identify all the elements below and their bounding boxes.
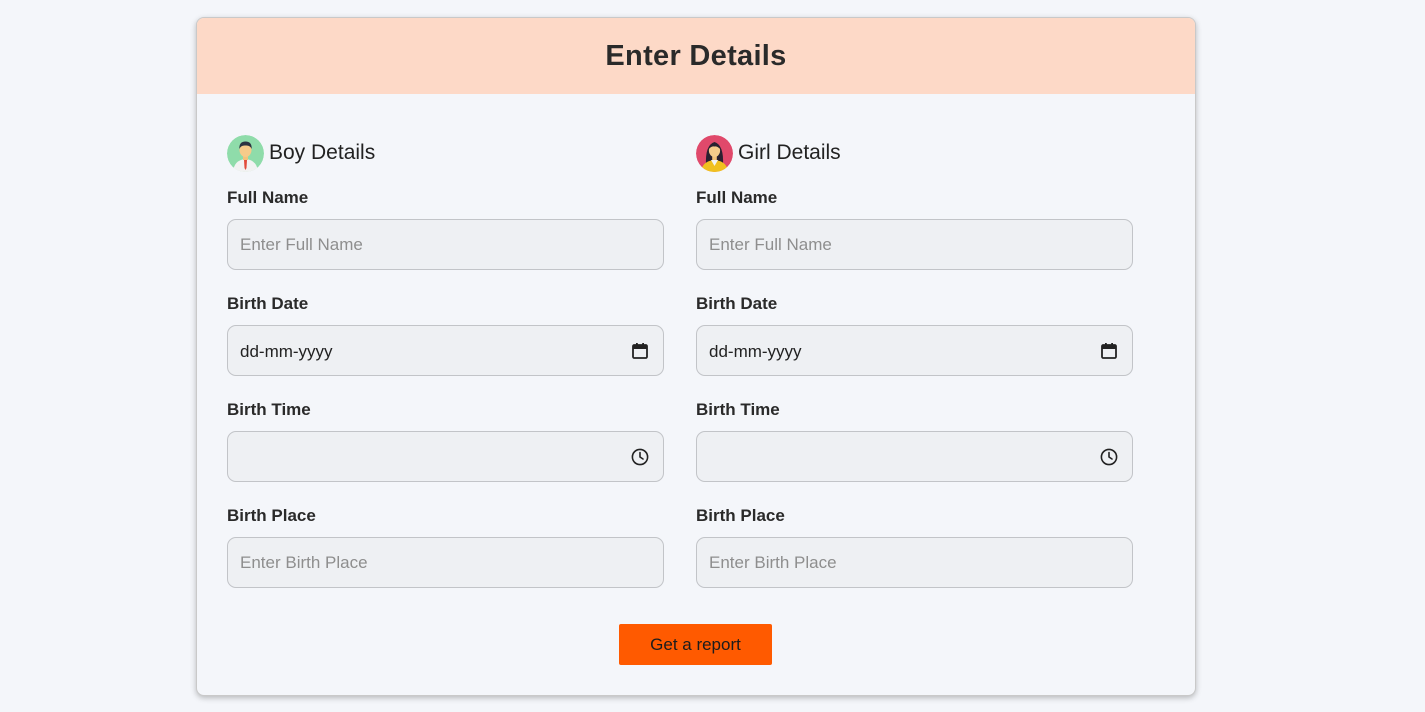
girl-details-section: Girl Details Full Name Birth Date dd-mm-… (696, 134, 1134, 612)
boy-full-name-box (227, 219, 664, 270)
girl-full-name-label: Full Name (696, 188, 778, 207)
girl-birth-date-label: Birth Date (696, 294, 778, 313)
girl-birth-time-label: Birth Time (696, 400, 780, 419)
girl-birth-time-field: Birth Time (696, 400, 1134, 482)
girl-birth-time-input[interactable] (696, 431, 1133, 482)
boy-full-name-label: Full Name (227, 188, 309, 207)
girl-full-name-input[interactable] (697, 220, 1132, 269)
boy-birth-date-input[interactable]: dd-mm-yyyy (227, 325, 664, 376)
girl-birth-place-label: Birth Place (696, 506, 785, 525)
girl-birth-place-box (696, 537, 1133, 588)
boy-birth-time-input[interactable] (227, 431, 664, 482)
card-header: Enter Details (197, 18, 1195, 94)
girl-birth-date-field: Birth Date dd-mm-yyyy (696, 294, 1134, 376)
girl-birth-date-input[interactable]: dd-mm-yyyy (696, 325, 1133, 376)
boy-birth-time-label: Birth Time (227, 400, 311, 419)
boy-birth-place-input[interactable] (228, 538, 663, 587)
page-title: Enter Details (605, 39, 787, 72)
girl-details-heading: Girl Details (696, 134, 1134, 172)
boy-birth-place-label: Birth Place (227, 506, 316, 525)
girl-avatar-icon (696, 134, 733, 172)
boy-birth-place-box (227, 537, 664, 588)
boy-avatar-icon (227, 134, 264, 172)
boy-full-name-input[interactable] (228, 220, 663, 269)
boy-details-section: Boy Details Full Name Birth Date dd-mm-y… (227, 134, 665, 612)
boy-birth-date-value: dd-mm-yyyy (240, 342, 333, 361)
boy-birth-date-label: Birth Date (227, 294, 309, 313)
boy-birth-date-field: Birth Date dd-mm-yyyy (227, 294, 665, 376)
girl-birth-date-value: dd-mm-yyyy (709, 342, 802, 361)
clock-icon[interactable] (631, 448, 649, 466)
boy-details-heading: Boy Details (227, 134, 665, 172)
girl-full-name-field: Full Name (696, 188, 1134, 270)
boy-birth-time-field: Birth Time (227, 400, 665, 482)
boy-full-name-field: Full Name (227, 188, 665, 270)
boy-details-title: Boy Details (269, 141, 376, 164)
details-card: Enter Details Boy Details Full Name Ente… (196, 17, 1196, 696)
form-columns: Boy Details Full Name Birth Date dd-mm-y… (227, 134, 1134, 612)
girl-birth-place-input[interactable] (697, 538, 1132, 587)
girl-details-title: Girl Details (738, 141, 841, 164)
get-report-button[interactable]: Get a report (619, 624, 772, 665)
calendar-icon[interactable] (631, 342, 649, 360)
calendar-icon[interactable] (1100, 342, 1118, 360)
girl-full-name-box (696, 219, 1133, 270)
girl-birth-place-field: Birth Place (696, 506, 1134, 588)
clock-icon[interactable] (1100, 448, 1118, 466)
boy-birth-place-field: Birth Place (227, 506, 665, 588)
